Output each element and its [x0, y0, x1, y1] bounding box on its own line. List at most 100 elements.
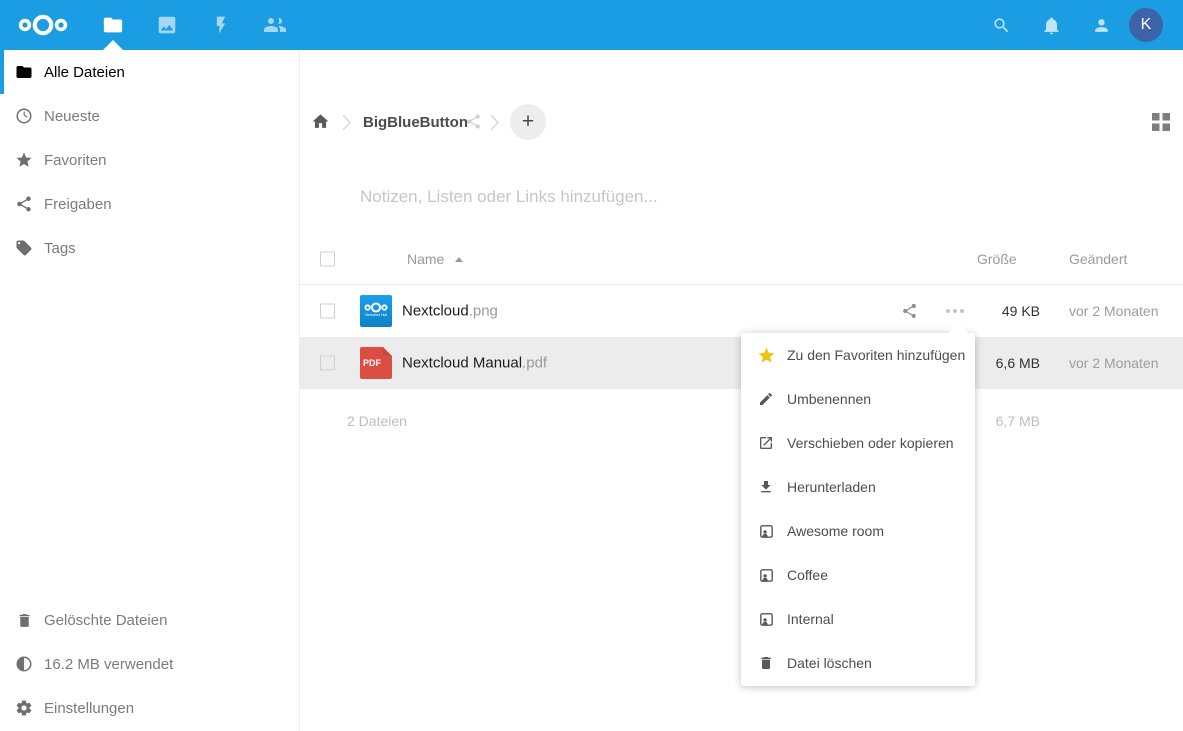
- menu-item-room-awesome-room[interactable]: Awesome room: [741, 509, 975, 553]
- trash-icon: [756, 655, 776, 671]
- bell-icon: [1042, 16, 1061, 35]
- image-thumbnail: Nextcloud Hub: [360, 295, 392, 327]
- sidebar-item-label: Tags: [44, 240, 76, 257]
- menu-item-room-internal[interactable]: Internal: [741, 597, 975, 641]
- column-header-modified[interactable]: Geändert: [1069, 251, 1127, 267]
- file-modified: vor 2 Monaten: [1069, 303, 1159, 319]
- share-icon[interactable]: [901, 303, 918, 320]
- person-icon: [1092, 16, 1111, 35]
- menu-item-label: Coffee: [787, 567, 828, 583]
- move-icon: [756, 435, 776, 451]
- column-header-size[interactable]: Größe: [977, 251, 1017, 267]
- pdf-label: PDF: [363, 358, 381, 368]
- file-row-nextcloud-png[interactable]: Nextcloud Hub Nextcloud.png 49 KB vor 2 …: [300, 285, 1183, 337]
- file-name: Nextcloud Manual.pdf: [402, 355, 547, 372]
- menu-item-label: Zu den Favoriten hinzufügen: [787, 347, 965, 363]
- sidebar-item-shares[interactable]: Freigaben: [0, 182, 299, 226]
- pencil-icon: [756, 391, 776, 407]
- breadcrumb-separator-icon: [490, 114, 499, 131]
- pdf-thumbnail: PDF: [360, 347, 392, 379]
- filelist-header: Name Größe Geändert: [300, 233, 1183, 285]
- file-modified: vor 2 Monaten: [1069, 355, 1159, 371]
- photos-icon: [156, 14, 178, 36]
- notifications-button[interactable]: [1026, 0, 1076, 50]
- menu-item-rename[interactable]: Umbenennen: [741, 377, 975, 421]
- sidebar-item-label: Gelöschte Dateien: [44, 612, 167, 629]
- sort-ascending-icon: [455, 257, 463, 262]
- topbar-right: K: [976, 0, 1183, 50]
- breadcrumb-separator-icon: [342, 114, 351, 131]
- app-contacts[interactable]: [248, 0, 302, 50]
- thumbnail-label: Nextcloud Hub: [365, 313, 387, 317]
- nextcloud-logo[interactable]: [17, 12, 69, 38]
- menu-item-delete-file[interactable]: Datei löschen: [741, 641, 975, 685]
- folder-icon: [14, 63, 34, 81]
- sidebar-item-trash[interactable]: Gelöschte Dateien: [0, 598, 299, 642]
- breadcrumb-share-icon[interactable]: [465, 113, 482, 130]
- folder-icon: [102, 14, 124, 36]
- app-sidebar: Alle Dateien Neueste Favoriten Freigaben…: [0, 50, 300, 731]
- menu-caret: [948, 323, 968, 333]
- avatar-initial: K: [1141, 16, 1152, 34]
- sidebar-item-label: Freigaben: [44, 196, 112, 213]
- menu-item-label: Verschieben oder kopieren: [787, 435, 954, 451]
- app-activity[interactable]: [194, 0, 248, 50]
- sidebar-item-label: 16.2 MB verwendet: [44, 656, 173, 673]
- room-icon: [756, 567, 776, 584]
- top-bar: K: [0, 0, 1183, 50]
- select-all-checkbox[interactable]: [320, 251, 335, 266]
- sidebar-item-recent[interactable]: Neueste: [0, 94, 299, 138]
- menu-item-add-to-favorites[interactable]: Zu den Favoriten hinzufügen: [741, 333, 975, 377]
- sidebar-item-favorites[interactable]: Favoriten: [0, 138, 299, 182]
- menu-item-label: Umbenennen: [787, 391, 871, 407]
- notes-input[interactable]: Notizen, Listen oder Links hinzufügen...: [360, 187, 658, 207]
- add-new-button[interactable]: +: [510, 104, 546, 140]
- breadcrumb-home-button[interactable]: [311, 112, 335, 132]
- gear-icon: [14, 699, 34, 717]
- share-icon: [14, 195, 34, 213]
- file-name: Nextcloud.png: [402, 303, 498, 320]
- sidebar-item-tags[interactable]: Tags: [0, 226, 299, 270]
- plus-icon: +: [522, 110, 534, 134]
- trash-icon: [14, 612, 34, 629]
- file-extension: .png: [469, 303, 498, 320]
- menu-item-move-or-copy[interactable]: Verschieben oder kopieren: [741, 421, 975, 465]
- menu-item-label: Awesome room: [787, 523, 884, 539]
- search-button[interactable]: [976, 0, 1026, 50]
- menu-item-label: Datei löschen: [787, 655, 872, 671]
- menu-item-label: Herunterladen: [787, 479, 876, 495]
- menu-item-room-coffee[interactable]: Coffee: [741, 553, 975, 597]
- menu-item-download[interactable]: Herunterladen: [741, 465, 975, 509]
- menu-item-label: Internal: [787, 611, 834, 627]
- contacts-menu-button[interactable]: [1076, 0, 1126, 50]
- grid-view-toggle[interactable]: [1152, 113, 1170, 131]
- file-size: 49 KB: [940, 303, 1040, 319]
- home-icon: [311, 112, 335, 131]
- quota-pie-icon: [14, 655, 34, 673]
- star-icon: [756, 346, 776, 365]
- active-app-caret: [103, 40, 123, 50]
- row-checkbox[interactable]: [320, 304, 335, 319]
- room-icon: [756, 523, 776, 540]
- app-photos[interactable]: [140, 0, 194, 50]
- star-icon: [14, 151, 34, 169]
- pdf-fold-cut: [383, 347, 392, 356]
- app-files[interactable]: [86, 0, 140, 50]
- clock-icon: [14, 107, 34, 125]
- sidebar-item-all-files[interactable]: Alle Dateien: [0, 50, 299, 94]
- file-actions-menu: Zu den Favoriten hinzufügen Umbenennen V…: [741, 333, 975, 686]
- row-checkbox[interactable]: [320, 356, 335, 371]
- column-header-name[interactable]: Name: [407, 251, 444, 267]
- room-icon: [756, 611, 776, 628]
- sidebar-item-label: Einstellungen: [44, 700, 134, 717]
- files-count: 2 Dateien: [347, 413, 407, 429]
- sidebar-item-quota[interactable]: 16.2 MB verwendet: [0, 642, 299, 686]
- sidebar-item-settings[interactable]: Einstellungen: [0, 686, 299, 730]
- lightning-icon: [211, 15, 231, 35]
- people-icon: [263, 13, 287, 37]
- grid-icon: [1152, 113, 1170, 131]
- sidebar-footer: Gelöschte Dateien 16.2 MB verwendet Eins…: [0, 598, 299, 730]
- user-avatar[interactable]: K: [1129, 8, 1163, 42]
- breadcrumb-current-folder[interactable]: BigBlueButton: [363, 114, 468, 131]
- sidebar-item-label: Favoriten: [44, 152, 107, 169]
